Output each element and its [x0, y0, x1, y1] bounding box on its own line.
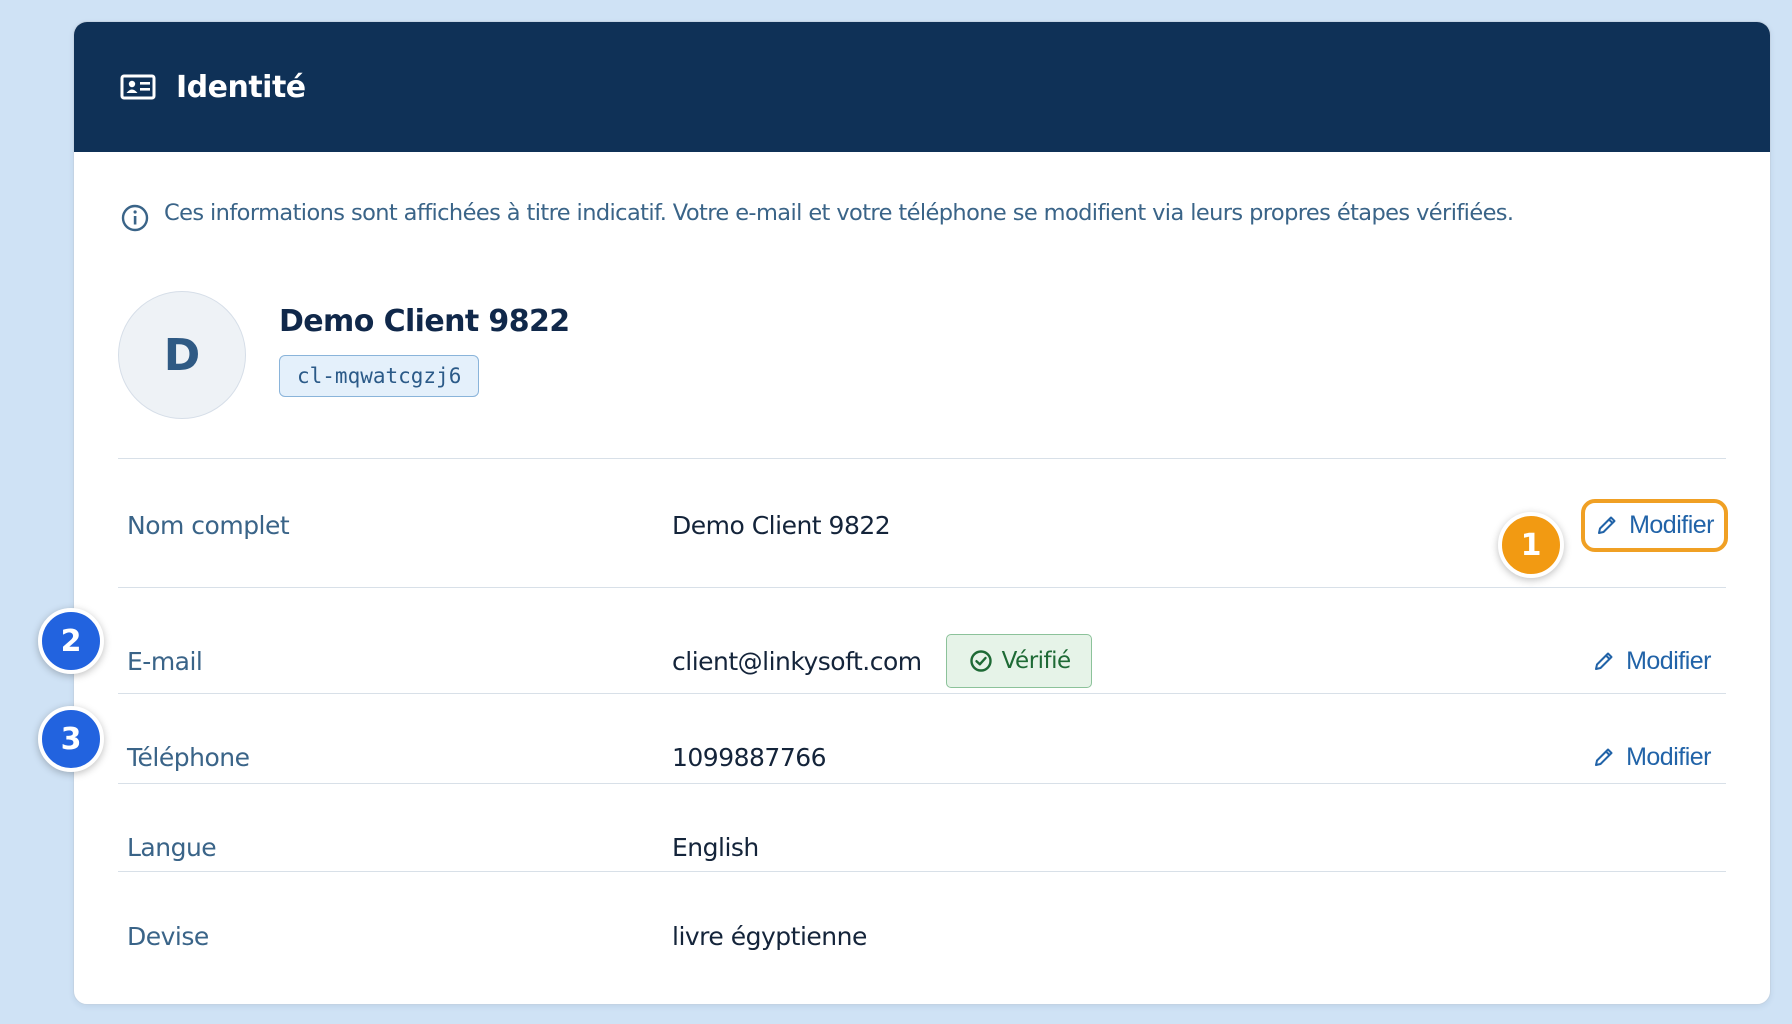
step-marker-1: 1	[1498, 512, 1564, 578]
field-row-phone: Téléphone 1099887766 Modifier	[118, 732, 1726, 782]
field-label: E-mail	[127, 646, 203, 676]
field-value: English	[672, 832, 759, 862]
step-marker-3: 3	[38, 706, 104, 772]
card-header: Identité	[74, 22, 1770, 152]
field-label: Téléphone	[127, 742, 250, 772]
field-label: Langue	[127, 832, 217, 862]
edit-email-button[interactable]: Modifier	[1584, 637, 1719, 686]
edit-phone-button[interactable]: Modifier	[1584, 733, 1719, 782]
info-icon	[121, 204, 149, 232]
edit-label: Modifier	[1629, 510, 1714, 539]
id-card-icon	[120, 74, 156, 100]
check-circle-icon	[969, 650, 992, 672]
email-value: client@linkysoft.com	[672, 646, 922, 676]
field-row-currency: Devise livre égyptienne	[118, 911, 1726, 961]
divider	[118, 587, 1726, 588]
field-row-full-name: Nom complet Demo Client 9822 Modifier	[118, 498, 1728, 552]
field-value: 1099887766	[672, 742, 827, 772]
pencil-icon	[1595, 652, 1613, 670]
step-marker-2: 2	[38, 608, 104, 674]
field-row-email: E-mail client@linkysoft.com Vérifié Modi…	[118, 634, 1726, 688]
client-id-badge: cl-mqwatcgzj6	[279, 354, 480, 397]
verified-badge: Vérifié	[945, 634, 1092, 688]
edit-full-name-button[interactable]: Modifier	[1581, 498, 1728, 552]
page-title: Identité	[176, 69, 306, 105]
edit-label: Modifier	[1626, 742, 1711, 771]
profile-summary: D Demo Client 9822 cl-mqwatcgzj6	[118, 291, 570, 419]
field-value: livre égyptienne	[672, 921, 867, 951]
field-value: client@linkysoft.com Vérifié	[672, 634, 1092, 688]
divider	[118, 871, 1726, 872]
pencil-icon	[1598, 516, 1616, 534]
notice-text: Ces informations sont affichées à titre …	[164, 200, 1514, 226]
info-notice: Ces informations sont affichées à titre …	[120, 200, 1514, 233]
field-label: Nom complet	[127, 510, 290, 540]
field-label: Devise	[127, 921, 209, 951]
verified-label: Vérifié	[1001, 648, 1072, 674]
pencil-icon	[1595, 748, 1613, 766]
divider	[118, 693, 1726, 694]
edit-label: Modifier	[1626, 646, 1711, 675]
identity-card: Identité Ces informations sont affichées…	[73, 21, 1771, 1005]
divider	[118, 458, 1726, 459]
profile-info: Demo Client 9822 cl-mqwatcgzj6	[279, 304, 570, 397]
field-value: Demo Client 9822	[672, 510, 891, 540]
avatar: D	[118, 291, 246, 419]
client-name: Demo Client 9822	[279, 303, 570, 339]
field-row-language: Langue English	[118, 822, 1726, 872]
divider	[118, 783, 1726, 784]
